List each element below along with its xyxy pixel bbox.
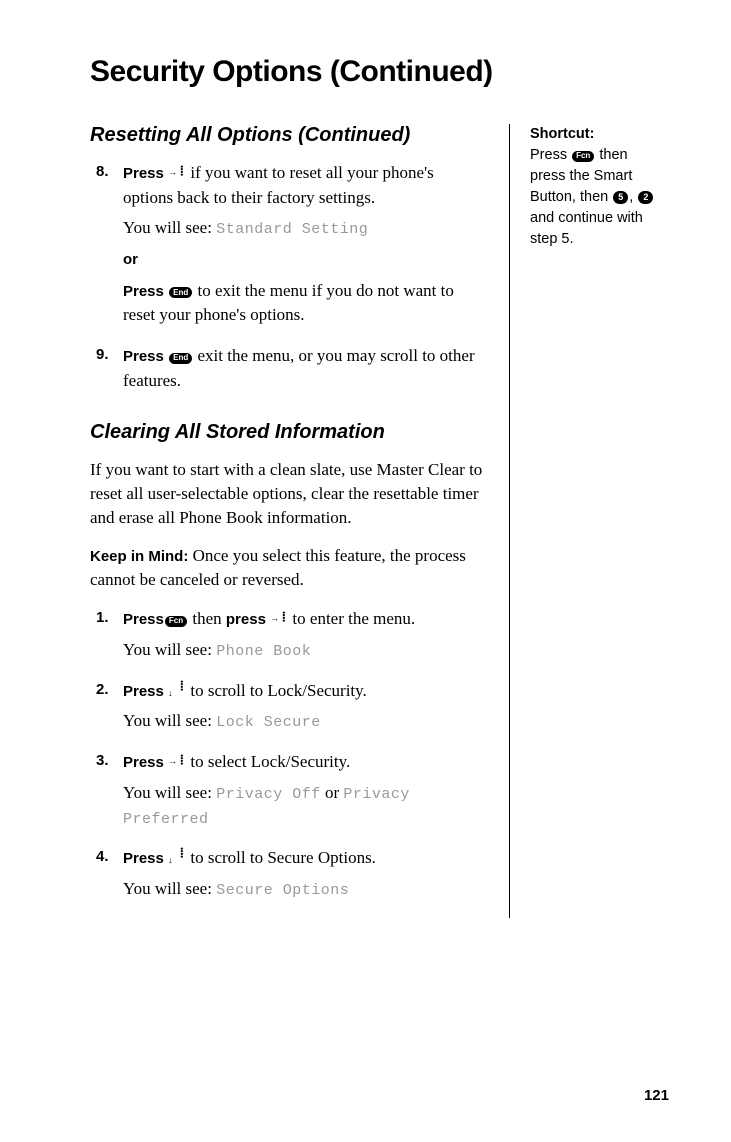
you-will-see: You will see: xyxy=(123,218,216,237)
step-body: Press to select Lock/Security. You will … xyxy=(123,750,484,830)
key-2-icon: 2 xyxy=(638,191,653,204)
intro-text: If you want to start with a clean slate,… xyxy=(90,458,484,529)
display-text: Privacy Off xyxy=(216,786,321,803)
you-will-see: You will see: xyxy=(123,879,216,898)
step-2: 2. Press to scroll to Lock/Security. You… xyxy=(90,679,484,734)
press-label: Press xyxy=(123,283,164,300)
nav-right-icon xyxy=(170,165,184,179)
display-line: You will see: Privacy Off or Privacy Pre… xyxy=(123,781,484,831)
step-number: 9. xyxy=(90,344,123,393)
shortcut-text-3: and continue with step 5. xyxy=(530,210,643,247)
step-number: 3. xyxy=(90,750,123,830)
press-label: Press xyxy=(123,683,164,700)
shortcut-text-1: Press xyxy=(530,147,571,163)
step-body: Press to scroll to Secure Options. You w… xyxy=(123,846,484,901)
press-label: press xyxy=(226,611,266,628)
shortcut-label: Shortcut: xyxy=(530,126,594,142)
end-key-icon: End xyxy=(169,353,192,364)
step-8: 8. Press if you want to reset all your p… xyxy=(90,161,484,328)
step-3: 3. Press to select Lock/Security. You wi… xyxy=(90,750,484,830)
section-heading-clearing: Clearing All Stored Information xyxy=(90,421,484,444)
step-4: 4. Press to scroll to Secure Options. Yo… xyxy=(90,846,484,901)
nav-down-icon xyxy=(170,850,184,864)
step-number: 8. xyxy=(90,161,123,328)
step-9: 9. Press End exit the menu, or you may s… xyxy=(90,344,484,393)
fcn-key-icon: Fcn xyxy=(572,151,594,162)
step-text: to enter the menu. xyxy=(288,609,415,628)
main-column: Resetting All Options (Continued) 8. Pre… xyxy=(90,124,510,918)
keep-in-mind: Keep in Mind: Once you select this featu… xyxy=(90,544,484,592)
you-will-see: You will see: xyxy=(123,783,216,802)
alt-instruction: Press End to exit the menu if you do not… xyxy=(123,279,484,328)
step-body: Press to scroll to Lock/Security. You wi… xyxy=(123,679,484,734)
press-label: Press xyxy=(123,611,164,628)
step-text: to select Lock/Security. xyxy=(186,752,350,771)
display-text: Lock Secure xyxy=(216,714,321,731)
display-text: Standard Setting xyxy=(216,221,368,238)
step-text: to scroll to Lock/Security. xyxy=(186,681,367,700)
shortcut-note: Shortcut: Press Fcn then press the Smart… xyxy=(530,124,655,250)
press-label: Press xyxy=(123,754,164,771)
display-line: You will see: Phone Book xyxy=(123,638,484,663)
display-text: Phone Book xyxy=(216,643,311,660)
press-label: Press xyxy=(123,850,164,867)
sidebar: Shortcut: Press Fcn then press the Smart… xyxy=(510,124,655,918)
step-1: 1. PressFcn then press to enter the menu… xyxy=(90,607,484,662)
or-text: or xyxy=(321,783,344,802)
key-5-icon: 5 xyxy=(613,191,628,204)
step-body: Press if you want to reset all your phon… xyxy=(123,161,484,328)
display-line: You will see: Secure Options xyxy=(123,877,484,902)
display-line: You will see: Lock Secure xyxy=(123,709,484,734)
keep-label: Keep in Mind: xyxy=(90,548,188,565)
step-body: PressFcn then press to enter the menu. Y… xyxy=(123,607,484,662)
steps-list-2: 1. PressFcn then press to enter the menu… xyxy=(90,607,484,901)
comma: , xyxy=(629,189,637,205)
step-number: 2. xyxy=(90,679,123,734)
you-will-see: You will see: xyxy=(123,711,216,730)
nav-right-icon xyxy=(170,754,184,768)
fcn-key-icon: Fcn xyxy=(165,616,187,627)
step-number: 4. xyxy=(90,846,123,901)
or-label: or xyxy=(123,249,484,271)
page-number: 121 xyxy=(644,1087,669,1104)
end-key-icon: End xyxy=(169,287,192,298)
press-label: Press xyxy=(123,165,164,182)
you-will-see: You will see: xyxy=(123,640,216,659)
content-layout: Resetting All Options (Continued) 8. Pre… xyxy=(90,124,671,918)
then-text: then xyxy=(188,609,226,628)
step-number: 1. xyxy=(90,607,123,662)
page-title: Security Options (Continued) xyxy=(90,55,671,89)
display-line: You will see: Standard Setting xyxy=(123,216,484,241)
nav-right-icon xyxy=(272,611,286,625)
section-heading-resetting: Resetting All Options (Continued) xyxy=(90,124,484,147)
step-body: Press End exit the menu, or you may scro… xyxy=(123,344,484,393)
display-text: Secure Options xyxy=(216,882,349,899)
step-text: to scroll to Secure Options. xyxy=(186,848,376,867)
section-clearing: Clearing All Stored Information If you w… xyxy=(90,421,484,901)
press-label: Press xyxy=(123,348,164,365)
nav-down-icon xyxy=(170,683,184,697)
steps-list-1: 8. Press if you want to reset all your p… xyxy=(90,161,484,393)
